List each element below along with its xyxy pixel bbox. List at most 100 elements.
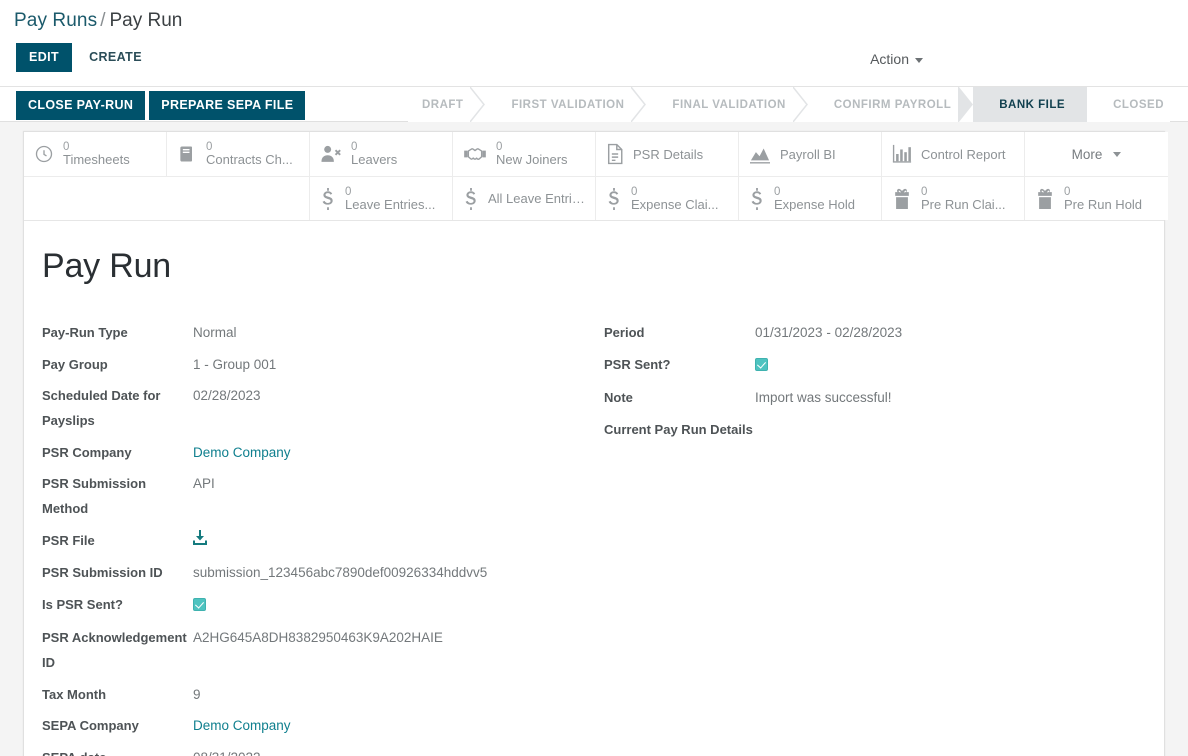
dollar-icon [463, 187, 479, 210]
stat-button-timesheets[interactable]: 0 Timesheets [24, 132, 167, 176]
stat-value: 0 [631, 185, 638, 198]
dollar-icon [320, 187, 336, 210]
field-value: API [193, 476, 215, 492]
field-label: PSR Company [42, 444, 132, 460]
field-psr-company: PSR Company Demo Company [42, 440, 577, 466]
stat-value: 0 [921, 185, 928, 198]
dollar-icon [749, 187, 765, 210]
status-step-label: DRAFT [421, 98, 464, 111]
stat-label: New Joiners [496, 153, 568, 167]
gift-icon [1035, 188, 1055, 210]
document-icon [606, 143, 624, 165]
status-step-bank-file[interactable]: BANK FILE [973, 87, 1088, 122]
stat-button-control-report[interactable]: Control Report [882, 132, 1025, 176]
stat-label: PSR Details [633, 146, 704, 162]
stat-value: 0 [774, 185, 781, 198]
stat-label: All Leave Entries [488, 191, 585, 206]
stat-value: 0 [1064, 185, 1071, 198]
field-value: 01/31/2023 - 02/28/2023 [755, 325, 903, 340]
stat-button-expense-hold[interactable]: 0 Expense Hold [739, 176, 882, 220]
stat-button-contracts-changed[interactable]: 0 Contracts Ch... [167, 132, 310, 176]
chevron-down-icon [1113, 151, 1122, 157]
field-value: Import was successful! [755, 390, 892, 406]
field-label: PSR Submission Method [42, 476, 147, 517]
edit-button[interactable]: EDIT [16, 43, 73, 72]
field-label: SEPA Company [42, 718, 139, 734]
clock-icon [34, 144, 54, 164]
stat-label: Expense Clai... [631, 197, 719, 212]
form-column-right: Period 01/31/2023 - 02/28/2023 PSR Sent?… [577, 320, 1130, 756]
status-step-confirm-payroll[interactable]: CONFIRM PAYROLL [807, 87, 974, 122]
stat-label: Pre Run Clai... [921, 197, 1006, 212]
field-value: 08/31/2022 [193, 745, 261, 756]
field-value: Normal [193, 325, 237, 340]
status-step-closed[interactable]: CLOSED [1087, 87, 1170, 122]
stat-label: Control Report [921, 146, 1006, 162]
stat-button-pre-run-hold[interactable]: 0 Pre Run Hold [1025, 176, 1168, 220]
user-remove-icon [320, 144, 342, 164]
field-label: Is PSR Sent? [42, 596, 123, 612]
status-step-first-validation[interactable]: FIRST VALIDATION [485, 87, 647, 122]
field-sepa-date: SEPA date 08/31/2022 [42, 745, 577, 756]
field-label: Scheduled Date for Payslips [42, 388, 161, 429]
stat-button-more[interactable]: More [1025, 132, 1168, 176]
psr-sent-checkbox[interactable] [755, 357, 768, 371]
status-step-final-validation[interactable]: FINAL VALIDATION [646, 87, 808, 122]
breadcrumb-separator: / [100, 10, 106, 31]
chevron-separator-icon [631, 87, 647, 122]
status-step-draft[interactable]: DRAFT [407, 87, 486, 122]
field-label: PSR Sent? [604, 356, 671, 372]
stat-label: Leavers [351, 153, 398, 167]
stat-button-pre-run-claims[interactable]: 0 Pre Run Clai... [882, 176, 1025, 220]
field-psr-file: PSR File [42, 528, 577, 554]
stat-button-all-leave-entries[interactable]: All Leave Entries [453, 176, 596, 220]
stat-label: Payroll BI [780, 146, 836, 162]
field-value: A2HG645A8DH8382950463K9A202HAIE [193, 630, 443, 646]
status-step-label: CLOSED [1113, 98, 1164, 111]
field-label: Current Pay Run Details [604, 422, 753, 438]
stat-button-new-joiners[interactable]: 0 New Joiners [453, 132, 596, 176]
field-pay-run-type: Pay-Run Type Normal [42, 320, 577, 346]
control-panel: EDIT CREATE Action [0, 43, 1188, 85]
field-label: PSR Submission ID [42, 565, 163, 581]
statusbar: DRAFT FIRST VALIDATION FINAL VALIDATION … [407, 87, 1170, 122]
chevron-separator-icon [958, 87, 974, 122]
stat-value: 0 [351, 141, 358, 154]
field-value-link[interactable]: Demo Company [193, 713, 291, 739]
breadcrumb-link-pay-runs[interactable]: Pay Runs [14, 10, 97, 31]
field-psr-sent: PSR Sent? [604, 352, 1130, 380]
stat-button-payroll-bi[interactable]: Payroll BI [739, 132, 882, 176]
breadcrumb: Pay Runs / Pay Run [0, 0, 1188, 45]
stat-cell-empty-1 [24, 176, 167, 220]
field-value: submission_123456abc7890def00926334hddvv… [193, 565, 488, 581]
field-label: Pay Group [42, 356, 108, 372]
record-card: 0 Timesheets 0 Contracts Ch... 0 Leavers [23, 131, 1168, 756]
workflow-bar: CLOSE PAY-RUN PREPARE SEPA FILE DRAFT FIR… [0, 86, 1188, 122]
status-step-label: CONFIRM PAYROLL [833, 98, 952, 111]
action-dropdown[interactable]: Action [870, 51, 923, 67]
field-label: Pay-Run Type [42, 325, 128, 340]
prepare-sepa-file-button[interactable]: PREPARE SEPA FILE [149, 91, 306, 120]
download-icon[interactable] [193, 528, 207, 554]
field-label: PSR File [42, 532, 95, 548]
field-scheduled-date-for-payslips: Scheduled Date for Payslips 02/28/2023 [42, 383, 577, 433]
chevron-separator-icon [470, 87, 486, 122]
is-psr-sent-checkbox[interactable] [193, 597, 206, 611]
stat-button-leavers[interactable]: 0 Leavers [310, 132, 453, 176]
gift-icon [892, 188, 912, 210]
field-label: Period [604, 325, 645, 340]
status-step-label: BANK FILE [999, 98, 1066, 111]
stat-label: Leave Entries... [345, 197, 436, 212]
stat-button-leave-entries[interactable]: 0 Leave Entries... [310, 176, 453, 220]
field-note: Note Import was successful! [604, 385, 1130, 411]
bar-chart-icon [892, 144, 912, 164]
stat-button-psr-details[interactable]: PSR Details [596, 132, 739, 176]
area-chart-icon [749, 144, 771, 164]
status-step-label: FINAL VALIDATION [672, 98, 786, 111]
stat-button-expense-claims[interactable]: 0 Expense Clai... [596, 176, 739, 220]
book-icon [177, 144, 197, 164]
field-value-link[interactable]: Demo Company [193, 440, 291, 466]
create-button[interactable]: CREATE [78, 43, 153, 72]
field-psr-submission-id: PSR Submission ID submission_123456abc78… [42, 560, 577, 586]
close-pay-run-button[interactable]: CLOSE PAY-RUN [16, 91, 146, 120]
